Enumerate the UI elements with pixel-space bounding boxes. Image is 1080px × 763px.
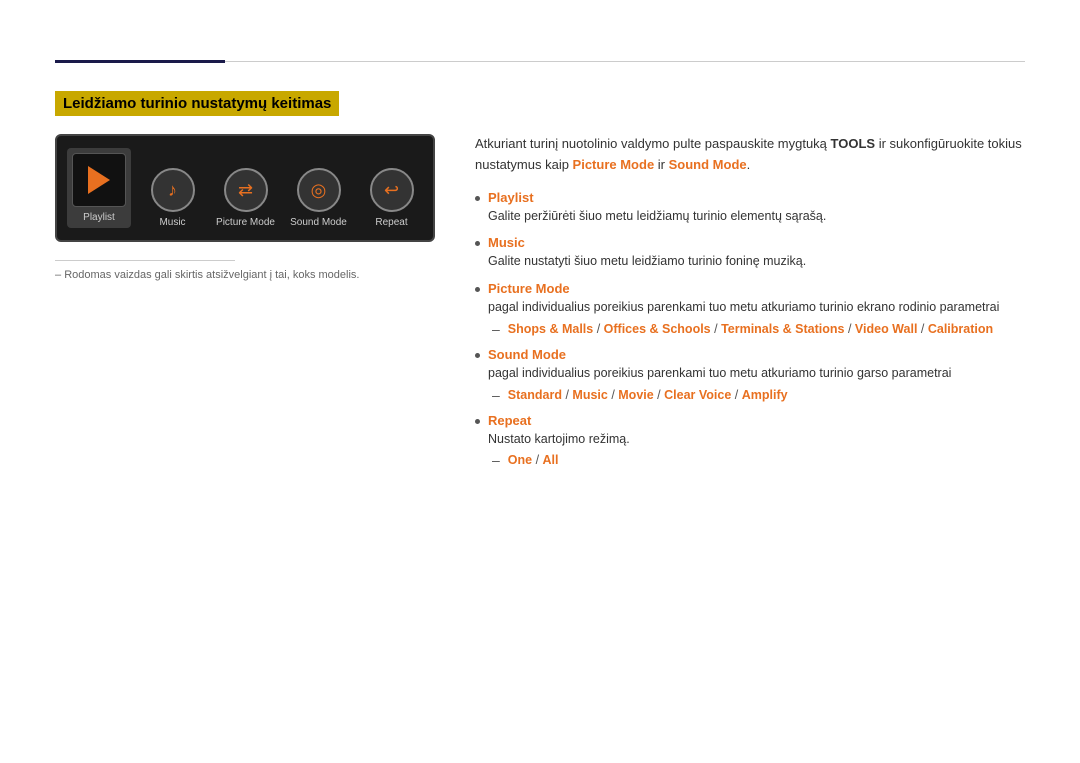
bullet-dot-sound-mode — [475, 353, 480, 358]
left-panel: Playlist ♪ Music ⇄ Picture Mode — [55, 134, 435, 281]
picture-mode-label: Picture Mode — [216, 217, 275, 228]
music-sound-link: Music — [572, 388, 607, 402]
sound-mode-label: Sound Mode — [290, 217, 347, 228]
picture-mode-option-item: – Shops & Malls / Offices & Schools / Te… — [488, 321, 1025, 337]
playlist-desc: Galite peržiūrėti šiuo metu leidžiamų tu… — [488, 209, 826, 223]
bullet-dot-picture-mode — [475, 287, 480, 292]
top-lines — [55, 60, 1025, 63]
list-item-picture-mode: Picture Mode pagal individualius poreiki… — [475, 281, 1025, 337]
list-item-repeat: Repeat Nustato kartojimo režimą. – One /… — [475, 413, 1025, 469]
repeat-label: Repeat — [375, 217, 407, 228]
note-text: – Rodomas vaizdas gali skirtis atsižvelg… — [55, 269, 435, 281]
toolbar-repeat[interactable]: ↩ Repeat — [360, 168, 423, 228]
note-content: Rodomas vaizdas gali skirtis atsižvelgia… — [64, 269, 359, 281]
right-panel: Atkuriant turinį nuotolinio valdymo pult… — [475, 134, 1025, 478]
bullet-content-sound-mode: Sound Mode pagal individualius poreikius… — [488, 347, 1025, 403]
clear-voice-link: Clear Voice — [664, 388, 731, 402]
sound-mode-options: – Standard / Music / Movie / Clear Voice… — [488, 387, 1025, 403]
sub-dash-sound: – — [492, 387, 500, 403]
sound-mode-title: Sound Mode — [488, 347, 1025, 362]
terminals-stations-link: Terminals & Stations — [721, 322, 844, 336]
sound-icon: ◎ — [311, 180, 327, 201]
sound-mode-link: Sound Mode — [669, 157, 747, 172]
toolbar-playlist[interactable]: Playlist — [67, 148, 131, 228]
list-item-music: Music Galite nustatyti šiuo metu leidžia… — [475, 235, 1025, 271]
toolbar-picture-mode[interactable]: ⇄ Picture Mode — [214, 168, 277, 228]
toolbar-music[interactable]: ♪ Music — [141, 168, 204, 228]
feature-list: Playlist Galite peržiūrėti šiuo metu lei… — [475, 190, 1025, 469]
bullet-dot-music — [475, 241, 480, 246]
calibration-link: Calibration — [928, 322, 993, 336]
repeat-title: Repeat — [488, 413, 1025, 428]
section-title: Leidžiamo turinio nustatymų keitimas — [55, 91, 339, 116]
bullet-content-picture-mode: Picture Mode pagal individualius poreiki… — [488, 281, 1025, 337]
picture-mode-option-values: Shops & Malls / Offices & Schools / Term… — [508, 322, 993, 336]
playlist-title: Playlist — [488, 190, 1025, 205]
bullet-content-playlist: Playlist Galite peržiūrėti šiuo metu lei… — [488, 190, 1025, 226]
page-container: Leidžiamo turinio nustatymų keitimas Pla… — [0, 0, 1080, 518]
device-toolbar: Playlist ♪ Music ⇄ Picture Mode — [55, 134, 435, 242]
all-link: All — [543, 453, 559, 467]
music-icon: ♪ — [168, 180, 177, 201]
repeat-option-item: – One / All — [488, 452, 1025, 468]
amplify-link: Amplify — [742, 388, 788, 402]
shops-malls-link: Shops & Malls — [508, 322, 593, 336]
top-line-separator — [225, 61, 1025, 62]
sub-dash-picture: – — [492, 321, 500, 337]
standard-link: Standard — [508, 388, 562, 402]
intro-paragraph: Atkuriant turinį nuotolinio valdymo pult… — [475, 134, 1025, 176]
playlist-label: Playlist — [83, 212, 115, 223]
sound-mode-desc: pagal individualius poreikius parenkami … — [488, 366, 951, 380]
main-content: Playlist ♪ Music ⇄ Picture Mode — [55, 134, 1025, 478]
intro-before-tools: Atkuriant turinį nuotolinio valdymo pult… — [475, 136, 831, 151]
playlist-icon — [72, 153, 126, 207]
bullet-dot-repeat — [475, 419, 480, 424]
repeat-options: – One / All — [488, 452, 1025, 468]
note-dash: – — [55, 269, 64, 281]
bullet-content-music: Music Galite nustatyti šiuo metu leidžia… — [488, 235, 1025, 271]
sound-mode-option-item: – Standard / Music / Movie / Clear Voice… — [488, 387, 1025, 403]
bullet-content-repeat: Repeat Nustato kartojimo režimą. – One /… — [488, 413, 1025, 469]
offices-schools-link: Offices & Schools — [604, 322, 711, 336]
play-triangle-icon — [88, 166, 110, 194]
repeat-desc: Nustato kartojimo režimą. — [488, 432, 630, 446]
video-wall-link: Video Wall — [855, 322, 918, 336]
toolbar-sound-mode[interactable]: ◎ Sound Mode — [287, 168, 350, 228]
music-desc: Galite nustatyti šiuo metu leidžiamo tur… — [488, 254, 806, 268]
picture-mode-link: Picture Mode — [573, 157, 655, 172]
repeat-icon-circle: ↩ — [370, 168, 414, 212]
list-item-sound-mode: Sound Mode pagal individualius poreikius… — [475, 347, 1025, 403]
music-icon-circle: ♪ — [151, 168, 195, 212]
repeat-option-values: One / All — [508, 453, 559, 467]
picture-mode-title: Picture Mode — [488, 281, 1025, 296]
bullet-dot-playlist — [475, 196, 480, 201]
picture-mode-icon-circle: ⇄ — [224, 168, 268, 212]
music-label: Music — [159, 217, 185, 228]
top-line-accent — [55, 60, 225, 63]
one-link: One — [508, 453, 532, 467]
tools-label: TOOLS — [831, 136, 876, 151]
movie-link: Movie — [618, 388, 653, 402]
intro-ir: ir — [654, 157, 668, 172]
picture-mode-desc: pagal individualius poreikius parenkami … — [488, 300, 999, 314]
left-divider — [55, 260, 235, 261]
intro-end: . — [747, 157, 751, 172]
sound-mode-icon-circle: ◎ — [297, 168, 341, 212]
repeat-icon: ↩ — [384, 180, 399, 201]
list-item-playlist: Playlist Galite peržiūrėti šiuo metu lei… — [475, 190, 1025, 226]
picture-icon: ⇄ — [238, 180, 253, 201]
sub-dash-repeat: – — [492, 452, 500, 468]
sound-mode-option-values: Standard / Music / Movie / Clear Voice /… — [508, 388, 788, 402]
picture-mode-options: – Shops & Malls / Offices & Schools / Te… — [488, 321, 1025, 337]
music-title: Music — [488, 235, 1025, 250]
